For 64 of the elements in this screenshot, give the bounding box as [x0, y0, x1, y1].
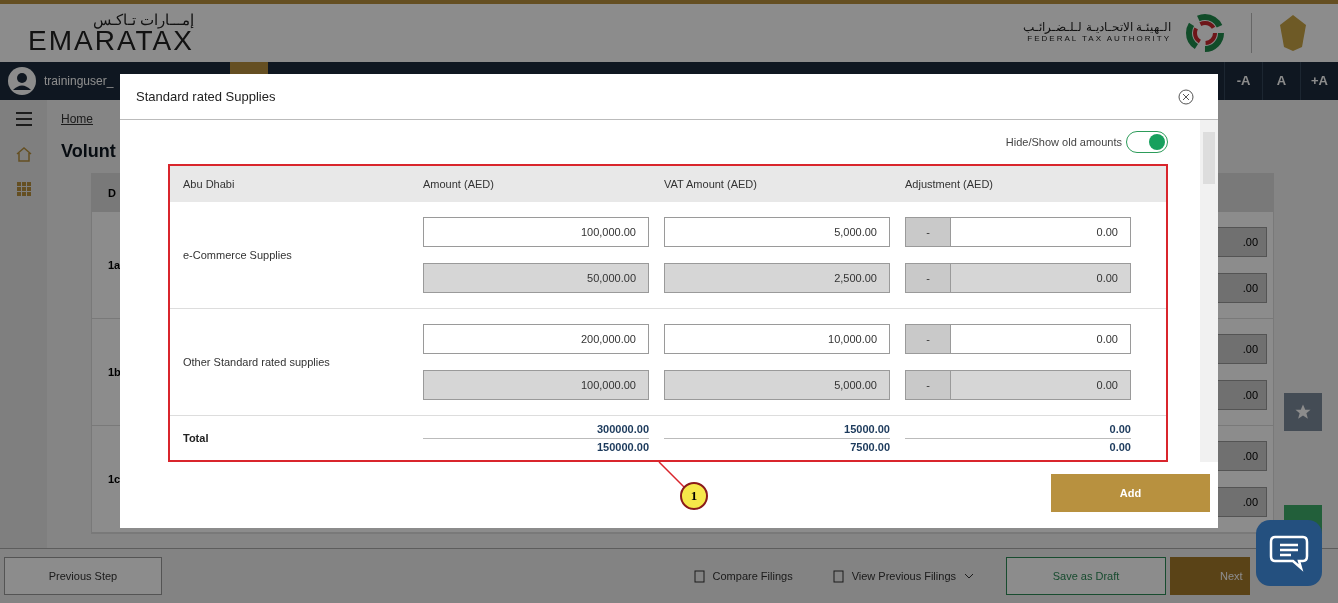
breadcrumb-link[interactable]: Home: [61, 110, 93, 128]
chat-button[interactable]: [1256, 520, 1322, 586]
grid-icon[interactable]: [16, 182, 31, 196]
star-icon: [1294, 403, 1312, 421]
sign-selector[interactable]: -: [905, 370, 951, 400]
chat-icon: [1269, 534, 1309, 572]
amount-field[interactable]: 10,000.00: [664, 324, 890, 354]
amount-field[interactable]: 2,500.00: [664, 263, 890, 293]
amount-field[interactable]: 100,000.00: [423, 370, 649, 400]
total-value: 7500.00: [849, 439, 890, 455]
close-icon[interactable]: [1178, 88, 1194, 105]
authority-name: FEDERAL TAX AUTHORITY: [1027, 34, 1171, 45]
footer-link[interactable]: View Previous Filings: [832, 567, 974, 585]
home-icon[interactable]: [15, 146, 32, 162]
sign-selector[interactable]: -: [905, 217, 951, 247]
amount-field[interactable]: 50,000.00: [423, 263, 649, 293]
footer-link[interactable]: Compare Filings: [693, 567, 793, 585]
total-value: 15000.00: [664, 421, 890, 439]
user-avatar-icon: [8, 67, 36, 95]
save-draft-button[interactable]: Save as Draft: [1006, 557, 1166, 595]
amount-field[interactable]: 100,000.00: [423, 217, 649, 247]
adjustment-field[interactable]: 0.00: [951, 324, 1131, 354]
star-button[interactable]: [1284, 393, 1322, 431]
font-size-button[interactable]: -A: [1224, 62, 1262, 100]
amount-field[interactable]: 5,000.00: [664, 370, 890, 400]
column-header: Abu Dhabi: [182, 176, 236, 192]
total-value: 150000.00: [596, 439, 649, 455]
amount-field[interactable]: 5,000.00: [664, 217, 890, 247]
column-header: Amount (AED): [423, 176, 495, 192]
font-size-button[interactable]: A: [1262, 62, 1300, 100]
menu-icon[interactable]: [15, 112, 32, 126]
column-header: Adjustment (AED): [905, 176, 995, 192]
authority-arabic-text: الـهيئـة الاتحـاديـة لـلـضـرائـب: [1023, 21, 1171, 33]
toggle-label: Hide/Show old amounts: [1005, 134, 1122, 150]
username-text[interactable]: traininguser_: [44, 72, 114, 90]
logo-arabic-text: إمـــارات تـاكـس: [92, 11, 194, 27]
row-label: e-Commerce Supplies: [182, 247, 293, 263]
previous-step-button[interactable]: Previous Step: [4, 557, 162, 595]
total-value: 0.00: [905, 421, 1131, 439]
ring-logo-icon: [1183, 11, 1227, 55]
next-button[interactable]: Next: [1170, 557, 1250, 595]
amount-field[interactable]: 200,000.00: [423, 324, 649, 354]
row-label: 1b: [108, 364, 121, 380]
page-title: Volunt: [61, 140, 116, 163]
sign-selector[interactable]: -: [905, 324, 951, 354]
document-icon: [693, 569, 705, 583]
add-button[interactable]: Add: [1051, 474, 1210, 512]
adjustment-field[interactable]: 0.00: [951, 263, 1131, 293]
adjustment-field[interactable]: 0.00: [951, 370, 1131, 400]
font-size-button[interactable]: +A: [1300, 62, 1338, 100]
sign-selector[interactable]: -: [905, 263, 951, 293]
row-label: Other Standard rated supplies: [182, 354, 331, 370]
adjustment-field[interactable]: 0.00: [951, 217, 1131, 247]
column-header: VAT Amount (AED): [664, 176, 758, 192]
row-label: 1a: [108, 257, 121, 273]
total-label: Total: [182, 430, 210, 446]
total-value: 300000.00: [423, 421, 649, 439]
row-label: 1c: [108, 471, 121, 487]
modal-title: Standard rated Supplies: [136, 87, 276, 106]
table-header-cell-text: D: [108, 185, 116, 201]
chevron-down-icon: [964, 573, 974, 579]
document-icon: [832, 569, 844, 583]
total-value: 0.00: [1108, 439, 1131, 455]
callout-marker: 1: [680, 482, 708, 510]
